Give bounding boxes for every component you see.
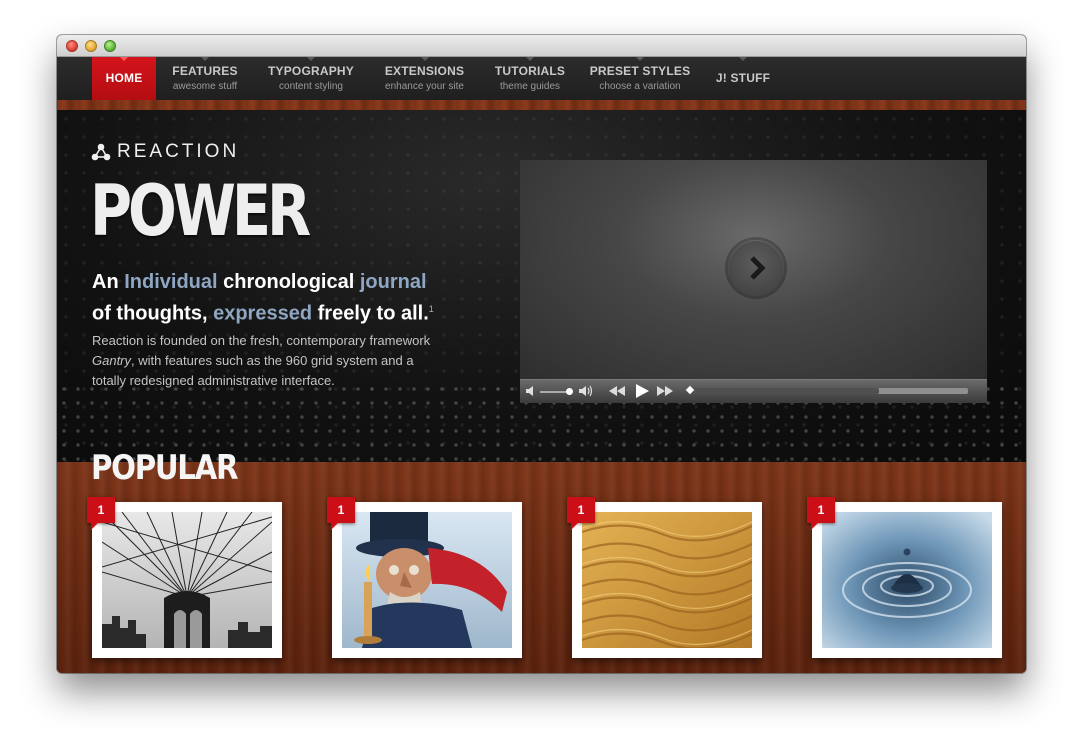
sand-dunes-photo bbox=[582, 512, 752, 648]
nav-item-extensions[interactable]: EXTENSIONS enhance your site bbox=[374, 57, 475, 100]
nav-item-typography[interactable]: TYPOGRAPHY content styling bbox=[256, 57, 366, 100]
zoom-window-button[interactable] bbox=[104, 40, 116, 52]
nav-item-j-stuff[interactable]: J! STUFF bbox=[709, 57, 777, 100]
nav-sublabel: enhance your site bbox=[385, 81, 464, 92]
nav-notch bbox=[420, 57, 429, 61]
hero-description: Reaction is founded on the fresh, contem… bbox=[92, 331, 442, 391]
play-icon[interactable] bbox=[634, 383, 650, 399]
nav-label: TUTORIALS bbox=[494, 64, 566, 78]
rank-badge: 1 bbox=[327, 497, 355, 530]
rewind-icon[interactable] bbox=[608, 383, 626, 399]
video-player bbox=[520, 160, 987, 403]
browser-window: HOME FEATURES awesome stuff TYPOGRAPHY c… bbox=[57, 35, 1026, 673]
volume-mute-icon[interactable] bbox=[525, 383, 537, 399]
badge-number: 1 bbox=[817, 503, 825, 517]
nav-label: J! STUFF bbox=[715, 71, 771, 85]
main-navigation: HOME FEATURES awesome stuff TYPOGRAPHY c… bbox=[57, 57, 1026, 100]
tagline-word: chronological bbox=[223, 271, 355, 293]
big-play-button[interactable] bbox=[728, 240, 784, 296]
scrooge-illustration bbox=[342, 512, 512, 648]
rank-badge: 1 bbox=[87, 497, 115, 530]
bridge-cables-photo bbox=[102, 512, 272, 648]
nav-notch bbox=[526, 57, 534, 61]
nav-item-features[interactable]: FEATURES awesome stuff bbox=[161, 57, 249, 100]
popular-item[interactable] bbox=[92, 502, 282, 658]
nav-sublabel: awesome stuff bbox=[172, 81, 238, 92]
nav-notch bbox=[201, 57, 209, 61]
nav-notch bbox=[739, 57, 747, 61]
nav-label: FEATURES bbox=[172, 64, 238, 78]
popular-item[interactable] bbox=[812, 502, 1002, 658]
tagline-word: of thoughts, bbox=[92, 302, 208, 325]
tagline-highlight: Individual bbox=[124, 271, 218, 293]
popular-heading: POPULAR bbox=[91, 448, 239, 488]
logo-text: REACTION bbox=[117, 141, 240, 162]
description-text: Reaction is founded on the fresh, contem… bbox=[92, 333, 431, 348]
rank-badge: 1 bbox=[807, 497, 835, 530]
rank-badge: 1 bbox=[567, 497, 595, 530]
nav-sublabel: choose a variation bbox=[599, 81, 681, 92]
tagline-highlight: expressed bbox=[213, 302, 313, 325]
player-controls bbox=[520, 379, 987, 403]
progress-track[interactable] bbox=[690, 388, 968, 394]
reaction-logo-icon bbox=[91, 143, 111, 161]
title-bar bbox=[57, 35, 1026, 57]
nav-item-preset-styles[interactable]: PRESET STYLES choose a variation bbox=[584, 57, 696, 100]
video-screen[interactable] bbox=[520, 160, 987, 379]
nav-notch bbox=[307, 57, 315, 61]
play-arrow-icon bbox=[750, 256, 766, 280]
wood-divider bbox=[57, 100, 1026, 110]
popular-item[interactable] bbox=[572, 502, 762, 658]
badge-number: 1 bbox=[577, 503, 585, 517]
nav-sublabel: content styling bbox=[279, 81, 343, 92]
minimize-window-button[interactable] bbox=[85, 40, 97, 52]
nav-label: EXTENSIONS bbox=[384, 64, 465, 78]
nav-notch bbox=[636, 57, 644, 61]
hero-headline: POWER bbox=[90, 170, 311, 252]
progress-fill bbox=[690, 388, 879, 394]
tagline-word: freely to all. bbox=[317, 302, 429, 325]
nav-item-home[interactable]: HOME bbox=[92, 57, 156, 100]
volume-knob[interactable] bbox=[566, 388, 573, 395]
description-text: , with features such as the 960 grid sys… bbox=[92, 353, 414, 388]
footnote-marker[interactable]: 1 bbox=[429, 304, 434, 314]
description-emphasis: Gantry bbox=[92, 353, 132, 368]
close-window-button[interactable] bbox=[66, 40, 78, 52]
popular-item[interactable] bbox=[332, 502, 522, 658]
nav-item-tutorials[interactable]: TUTORIALS theme guides bbox=[487, 57, 573, 100]
nav-sublabel: theme guides bbox=[499, 81, 561, 92]
nav-notch bbox=[120, 57, 128, 61]
hero-tagline: An Individual chronological journal of t… bbox=[92, 269, 452, 328]
badge-number: 1 bbox=[337, 503, 345, 517]
volume-max-icon[interactable] bbox=[578, 383, 594, 399]
fast-forward-icon[interactable] bbox=[656, 383, 674, 399]
tagline-word: An bbox=[92, 271, 119, 293]
badge-number: 1 bbox=[97, 503, 105, 517]
nav-label: HOME bbox=[105, 71, 143, 85]
tagline-highlight: journal bbox=[359, 271, 427, 293]
nav-label: TYPOGRAPHY bbox=[267, 64, 354, 78]
water-drop-photo bbox=[822, 512, 992, 648]
nav-label: PRESET STYLES bbox=[589, 64, 691, 78]
